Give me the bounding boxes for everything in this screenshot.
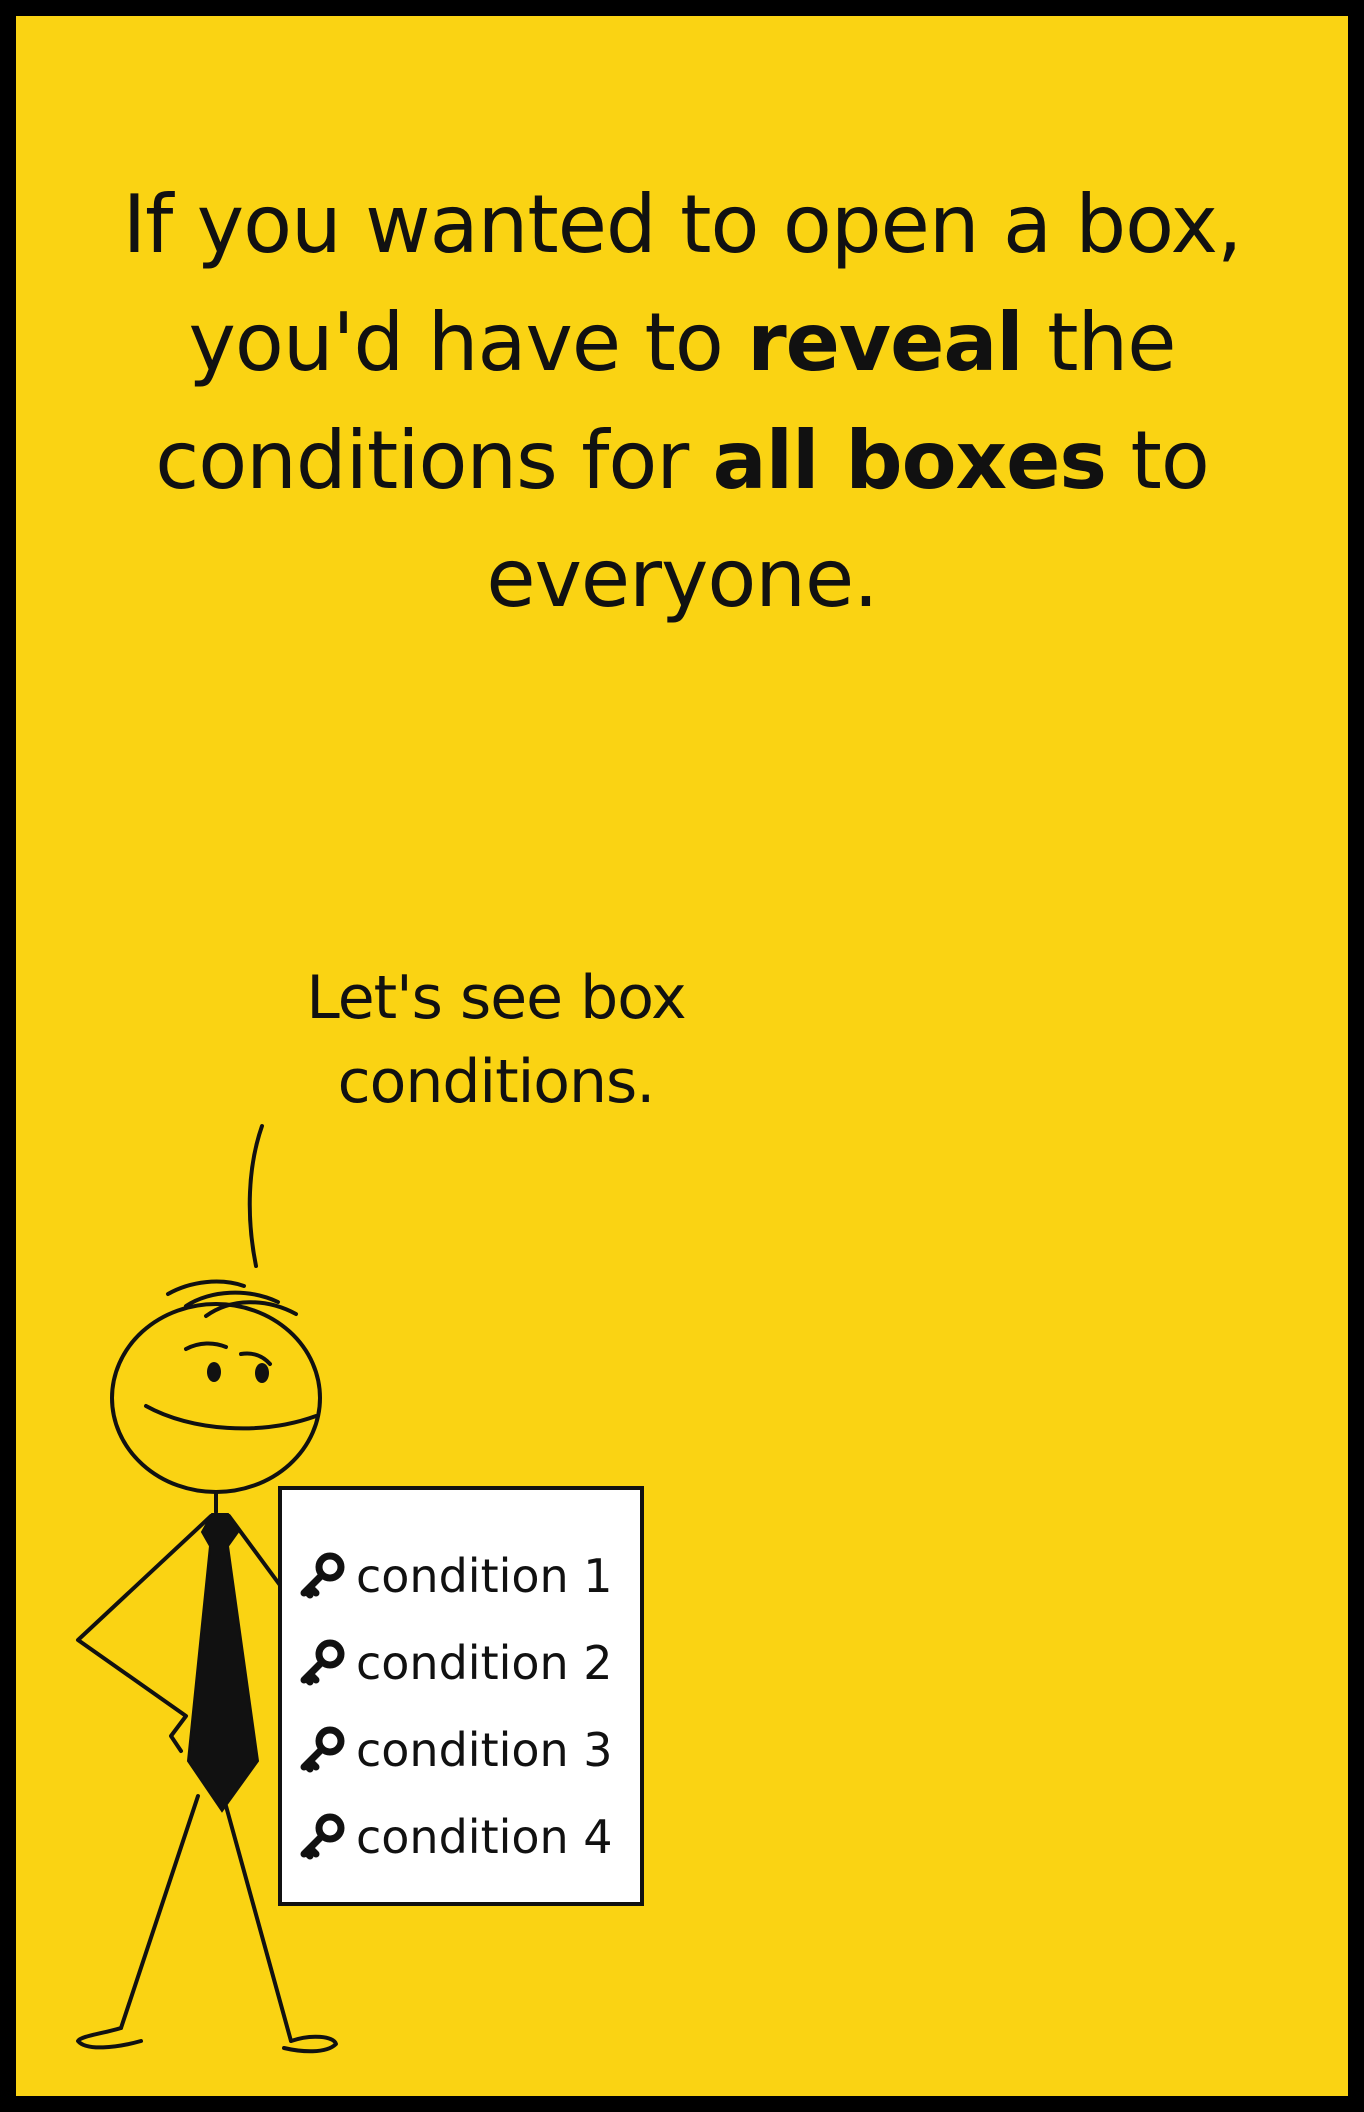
key-icon — [300, 1813, 345, 1860]
necktie — [186, 1513, 260, 1813]
eye-right — [255, 1363, 269, 1383]
condition-label: condition 3 — [356, 1723, 613, 1777]
hair — [166, 1279, 298, 1318]
smile — [144, 1404, 318, 1431]
foot-left — [76, 2026, 143, 2050]
eye-left — [207, 1362, 221, 1382]
speech-tail — [247, 1124, 264, 1268]
eyebrow-left — [184, 1341, 228, 1351]
arm-left — [76, 1514, 213, 1753]
condition-label: condition 4 — [356, 1810, 613, 1864]
head — [110, 1302, 322, 1494]
condition-label: condition 1 — [356, 1549, 613, 1603]
condition-row-4: condition 4 — [296, 1807, 613, 1867]
key-icon — [300, 1639, 345, 1686]
condition-row-1: condition 1 — [296, 1546, 613, 1606]
conditions-sign: condition 1 condition 2 condition 3 cond… — [278, 1486, 644, 1906]
key-icon — [300, 1552, 345, 1599]
foot-right — [282, 2034, 338, 2054]
key-icon — [300, 1726, 345, 1773]
eyebrow-right — [239, 1351, 272, 1366]
condition-row-3: condition 3 — [296, 1720, 613, 1780]
condition-row-2: condition 2 — [296, 1633, 613, 1693]
condition-label: condition 2 — [356, 1636, 613, 1690]
leg-left — [119, 1794, 200, 2030]
stick-figure-illustration — [76, 1124, 338, 2054]
comic-panel: If you wanted to open a box, you'd have … — [16, 16, 1348, 2096]
